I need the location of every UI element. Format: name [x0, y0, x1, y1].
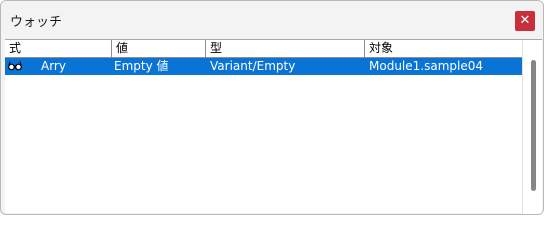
window-title: ウォッチ — [10, 15, 63, 30]
close-button[interactable]: ✕ — [515, 11, 535, 31]
watch-expression: Arry — [41, 59, 66, 73]
watch-type: Variant/Empty — [210, 59, 296, 73]
watch-value: Empty 値 — [114, 59, 169, 73]
watch-list: 式 値 型 対象 Arry Empty 値 Variant/Empty Modu… — [5, 39, 542, 214]
column-header-expression[interactable]: 式 — [5, 40, 112, 57]
glasses-icon — [8, 60, 22, 72]
column-header-value[interactable]: 値 — [112, 40, 206, 57]
column-header-type[interactable]: 型 — [206, 40, 365, 57]
title-bar[interactable]: ウォッチ ✕ — [1, 1, 543, 39]
column-header: 式 値 型 対象 — [5, 40, 522, 58]
watch-context: Module1.sample04 — [369, 59, 483, 73]
watch-row[interactable]: Arry Empty 値 Variant/Empty Module1.sampl… — [5, 58, 522, 75]
scrollbar-thumb[interactable] — [531, 60, 536, 191]
watch-window: ウォッチ ✕ 式 値 型 対象 Arry Empty 値 Variant/Emp… — [0, 0, 544, 215]
column-header-context[interactable]: 対象 — [365, 40, 522, 57]
close-icon: ✕ — [519, 13, 531, 28]
vertical-scrollbar[interactable] — [522, 40, 542, 214]
